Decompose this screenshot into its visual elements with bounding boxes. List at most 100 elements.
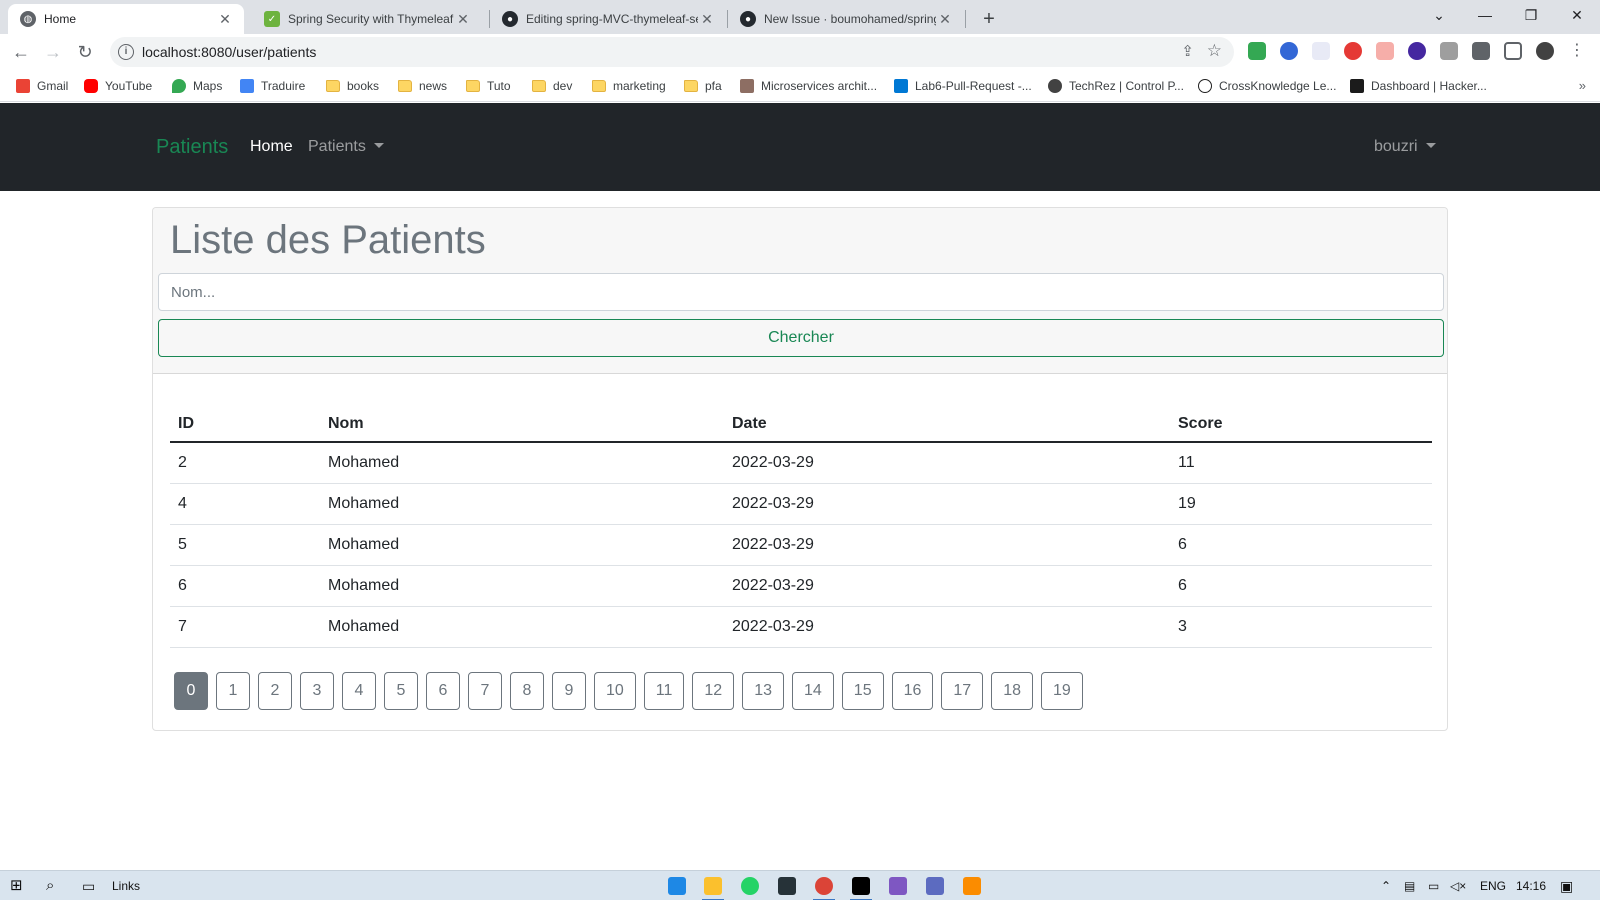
- clock[interactable]: 14:16: [1516, 876, 1546, 896]
- extension-icon[interactable]: [1280, 42, 1298, 60]
- extension-icon[interactable]: [1344, 42, 1362, 60]
- new-tab-button[interactable]: +: [976, 6, 1002, 32]
- notifications-icon[interactable]: ▣: [1560, 876, 1573, 896]
- bookmark-dev[interactable]: dev: [532, 70, 572, 102]
- whatsapp-icon[interactable]: [741, 877, 759, 895]
- bookmark-marketing[interactable]: marketing: [592, 70, 666, 102]
- folder-icon: [466, 80, 480, 92]
- volume-muted-icon[interactable]: ◁×: [1450, 876, 1466, 896]
- bookmark-lab6[interactable]: Lab6-Pull-Request -...: [894, 70, 1032, 102]
- intellij-icon[interactable]: [850, 877, 872, 900]
- visual-studio-icon[interactable]: [889, 877, 907, 895]
- chevron-up-icon[interactable]: ⌃: [1381, 876, 1391, 896]
- page-button-2[interactable]: 2: [258, 672, 292, 710]
- bookmark-tuto[interactable]: Tuto: [466, 70, 511, 102]
- search-input[interactable]: [158, 273, 1444, 311]
- page-button-16[interactable]: 16: [891, 672, 934, 710]
- network-icon[interactable]: ▤: [1404, 876, 1415, 896]
- header-id: ID: [170, 406, 320, 443]
- display-icon[interactable]: ▭: [1428, 876, 1439, 896]
- nav-user-dropdown[interactable]: bouzri: [1374, 103, 1436, 191]
- page-button-7[interactable]: 7: [468, 672, 502, 710]
- page-button-3[interactable]: 3: [300, 672, 334, 710]
- links-toolbar[interactable]: Links: [112, 876, 140, 896]
- extension-icon[interactable]: [1248, 42, 1266, 60]
- close-icon[interactable]: ✕: [216, 10, 234, 28]
- nav-patients-dropdown[interactable]: Patients: [308, 103, 384, 191]
- close-icon[interactable]: ✕: [936, 10, 954, 28]
- avatar[interactable]: [1536, 42, 1554, 60]
- navbar-brand[interactable]: Patients: [156, 103, 228, 191]
- side-panel-icon[interactable]: [1504, 42, 1522, 60]
- puzzle-icon[interactable]: [1472, 42, 1490, 60]
- bookmark-pfa[interactable]: pfa: [684, 70, 722, 102]
- bookmark-gmail[interactable]: Gmail: [16, 70, 68, 102]
- reload-icon[interactable]: ↻: [72, 39, 98, 65]
- url-text[interactable]: localhost:8080/user/patients: [142, 37, 316, 67]
- file-explorer-icon[interactable]: [702, 877, 724, 900]
- site-icon: [1198, 79, 1212, 93]
- bookmark-maps[interactable]: Maps: [172, 70, 222, 102]
- bookmarks-overflow-icon[interactable]: »: [1579, 70, 1586, 102]
- chrome-icon[interactable]: [813, 877, 835, 900]
- share-icon[interactable]: ⇪: [1181, 42, 1194, 60]
- task-view-icon[interactable]: ▭: [82, 876, 95, 896]
- tab-search-icon[interactable]: ⌄: [1416, 0, 1462, 30]
- github-icon: ●: [740, 11, 756, 27]
- cell-nom: Mohamed: [320, 606, 724, 648]
- bookmark-techrez[interactable]: TechRez | Control P...: [1048, 70, 1184, 102]
- page-button-5[interactable]: 5: [384, 672, 418, 710]
- minimize-icon[interactable]: —: [1462, 0, 1508, 30]
- tab-github-new-issue[interactable]: ● New Issue · boumohamed/spring ✕: [728, 4, 964, 34]
- bookmark-youtube[interactable]: YouTube: [84, 70, 152, 102]
- vscode-icon[interactable]: [668, 877, 686, 895]
- page-button-12[interactable]: 12: [692, 672, 735, 710]
- bookmark-books[interactable]: books: [326, 70, 379, 102]
- bookmark-hackerrank[interactable]: Dashboard | Hacker...: [1350, 70, 1487, 102]
- extension-icon[interactable]: [1440, 42, 1458, 60]
- bookmark-crossknowledge[interactable]: CrossKnowledge Le...: [1198, 70, 1336, 102]
- page-button-1[interactable]: 1: [216, 672, 250, 710]
- extension-icon[interactable]: [1376, 42, 1394, 60]
- page-button-15[interactable]: 15: [841, 672, 884, 710]
- bookmark-microservices[interactable]: Microservices archit...: [740, 70, 877, 102]
- page-button-0[interactable]: 0: [174, 672, 208, 710]
- page-button-8[interactable]: 8: [510, 672, 544, 710]
- page-button-19[interactable]: 19: [1040, 672, 1083, 710]
- page-button-14[interactable]: 14: [792, 672, 834, 710]
- bookmark-star-icon[interactable]: ☆: [1207, 41, 1222, 61]
- windows-start-icon[interactable]: ⊞: [10, 876, 23, 896]
- close-icon[interactable]: ✕: [698, 10, 716, 28]
- forward-icon[interactable]: →: [40, 39, 66, 65]
- tab-spring-security[interactable]: ✓ Spring Security with Thymeleaf | B ✕: [252, 4, 482, 34]
- page-button-13[interactable]: 13: [742, 672, 784, 710]
- extension-icon[interactable]: [1312, 42, 1330, 60]
- window-close-icon[interactable]: ✕: [1554, 0, 1600, 30]
- nav-home-link[interactable]: Home: [250, 103, 293, 191]
- search-icon[interactable]: ⌕: [46, 876, 54, 896]
- page-button-10[interactable]: 10: [594, 672, 636, 710]
- site-info-icon[interactable]: i: [118, 44, 134, 60]
- back-icon[interactable]: ←: [8, 39, 34, 65]
- language-indicator[interactable]: ENG: [1480, 876, 1506, 896]
- bookmarks-bar: Gmail YouTube Maps Traduire books news T…: [0, 70, 1600, 102]
- bookmark-traduire[interactable]: Traduire: [240, 70, 305, 102]
- page-button-17[interactable]: 17: [941, 672, 984, 710]
- terminal-icon[interactable]: [778, 877, 796, 895]
- page-button-11[interactable]: 11: [643, 672, 685, 710]
- teams-icon[interactable]: [926, 877, 944, 895]
- menu-icon[interactable]: ⋮: [1568, 42, 1586, 60]
- tab-github-editing[interactable]: ● Editing spring-MVC-thymeleaf-se ✕: [490, 4, 726, 34]
- close-icon[interactable]: ✕: [454, 10, 472, 28]
- restore-icon[interactable]: ❐: [1508, 0, 1554, 30]
- xampp-icon[interactable]: [963, 877, 981, 895]
- page-button-9[interactable]: 9: [552, 672, 586, 710]
- address-bar[interactable]: i localhost:8080/user/patients ⇪ ☆: [110, 37, 1234, 67]
- tab-home[interactable]: ◍ Home ✕: [8, 4, 244, 34]
- page-button-4[interactable]: 4: [342, 672, 376, 710]
- search-button[interactable]: Chercher: [158, 319, 1444, 357]
- page-button-18[interactable]: 18: [991, 672, 1033, 710]
- page-button-6[interactable]: 6: [426, 672, 460, 710]
- download-extension-icon[interactable]: [1408, 42, 1426, 60]
- bookmark-news[interactable]: news: [398, 70, 447, 102]
